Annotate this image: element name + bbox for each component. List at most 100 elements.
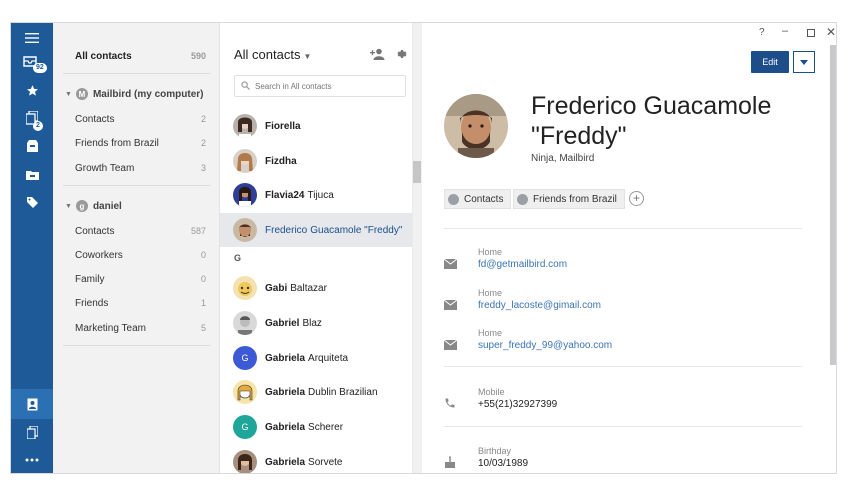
group-chip-icon <box>517 193 528 205</box>
contact-first-name: Gabriela <box>265 352 306 364</box>
list-scrollbar-thumb[interactable] <box>413 161 421 183</box>
email-type: Home <box>478 328 503 338</box>
mail-icon <box>443 337 458 355</box>
contact-last-name: Scherer <box>308 421 344 433</box>
contact-first-name: Fizdha <box>265 155 297 167</box>
phone-value[interactable]: +55(21)32927399 <box>478 399 557 410</box>
account-header-mailbird[interactable]: ▼ M Mailbird (my computer) <box>65 83 204 105</box>
email-type: Home <box>478 247 503 257</box>
contact-last-name: Guacamole "Freddy" <box>310 224 403 236</box>
group-item[interactable]: Contacts 2 <box>53 107 220 131</box>
contact-list-panel: All contacts▼ Fiorella Fizdha Flavia24Ti… <box>220 23 422 473</box>
contact-first-name: Gabriela <box>265 386 306 398</box>
phone-type: Mobile <box>478 387 505 397</box>
maximize-icon[interactable] <box>807 29 815 37</box>
detail-scrollbar[interactable] <box>830 45 836 365</box>
folder-icon[interactable] <box>11 159 53 189</box>
avatar <box>233 114 257 138</box>
contact-row[interactable]: Gabi Baltazar <box>220 271 414 305</box>
minimize-icon[interactable]: – <box>782 25 788 37</box>
group-chip[interactable]: Contacts <box>444 189 512 209</box>
email-value[interactable]: fd@getmailbird.com <box>478 259 567 270</box>
chevron-down-icon[interactable]: ▼ <box>65 203 72 210</box>
contact-row[interactable]: Flavia24 Tijuca <box>220 178 414 212</box>
group-item[interactable]: Growth Team 3 <box>53 156 220 180</box>
email-value[interactable]: freddy_lacoste@gimail.com <box>478 300 601 311</box>
account-name: Mailbird (my computer) <box>92 88 204 100</box>
group-count: 590 <box>190 51 206 61</box>
drafts-icon[interactable]: 2 <box>11 103 53 133</box>
group-item[interactable]: Marketing Team 5 <box>53 316 220 340</box>
divider <box>444 228 802 229</box>
cake-icon <box>444 455 456 473</box>
section-letter: G <box>234 253 242 263</box>
group-item[interactable]: Coworkers 0 <box>53 243 220 267</box>
group-label: Friends <box>75 297 109 309</box>
email-value[interactable]: super_freddy_99@yahoo.com <box>478 340 612 351</box>
group-label: Family <box>75 273 105 285</box>
group-count: 2 <box>200 138 206 148</box>
contact-row[interactable]: Fizdha <box>220 144 414 178</box>
divider <box>63 345 210 346</box>
contact-first-name: Gabriela <box>265 421 306 433</box>
contact-detail-panel: ? – ✕ Edit Frederico Guacamole "Freddy" … <box>422 23 836 473</box>
group-chip-label: Contacts <box>464 193 504 205</box>
contact-row[interactable]: Gabriel Blaz <box>220 306 414 340</box>
contact-last-name: Sorvete <box>308 456 343 468</box>
search-box[interactable] <box>234 75 406 97</box>
account-name: daniel <box>92 200 122 212</box>
divider <box>444 426 802 427</box>
groups-panel: All contacts 590 ▼ M Mailbird (my comput… <box>53 23 220 473</box>
avatar: G <box>233 415 257 439</box>
edit-button[interactable]: Edit <box>751 51 789 73</box>
apps-icon[interactable] <box>11 417 53 447</box>
add-contact-icon[interactable] <box>370 47 385 65</box>
help-button[interactable]: ? <box>759 27 765 38</box>
search-input[interactable] <box>255 81 395 91</box>
list-scrollbar[interactable] <box>412 23 422 473</box>
group-item[interactable]: Contacts 587 <box>53 219 220 243</box>
group-count: 2 <box>200 114 206 124</box>
group-item[interactable]: Family 0 <box>53 267 220 291</box>
more-options-icon[interactable] <box>11 445 53 473</box>
contact-row-selected[interactable]: Frederico Guacamole "Freddy" <box>220 213 414 247</box>
group-item[interactable]: Friends from Brazil 2 <box>53 131 220 155</box>
close-icon[interactable]: ✕ <box>826 25 836 39</box>
group-item[interactable]: Friends 1 <box>53 291 220 315</box>
account-icon: M <box>75 88 88 100</box>
mail-icon <box>443 256 458 274</box>
group-chip[interactable]: Friends from Brazil <box>513 189 625 209</box>
mailbird-window: 92 2 All contacts 590 ▼ M Mailbird (my c… <box>10 22 837 474</box>
avatar <box>233 450 257 473</box>
email-type: Home <box>478 288 503 298</box>
contact-first-name: Gabriela <box>265 456 306 468</box>
account-header-daniel[interactable]: ▼ g daniel <box>65 195 122 217</box>
add-group-button[interactable]: + <box>629 191 644 206</box>
mail-icon <box>443 297 458 315</box>
list-title[interactable]: All contacts ▼ <box>234 47 311 62</box>
group-count: 0 <box>200 250 206 260</box>
list-title-label: All contacts <box>234 47 301 62</box>
avatar <box>233 311 257 335</box>
birthday-value: 10/03/1989 <box>478 458 529 469</box>
edit-dropdown-button[interactable] <box>793 51 815 73</box>
group-chip-icon <box>448 193 459 205</box>
group-label: Growth Team <box>75 162 135 174</box>
gear-icon[interactable] <box>396 47 408 65</box>
tag-icon[interactable] <box>11 187 53 217</box>
contact-row[interactable]: G Gabriela Scherer <box>220 410 414 444</box>
contact-row[interactable]: G Gabriela Arquiteta <box>220 341 414 375</box>
chevron-down-icon[interactable]: ▼ <box>65 91 72 98</box>
divider <box>63 73 210 74</box>
archive-icon[interactable] <box>11 131 53 161</box>
group-label: Contacts <box>75 113 115 125</box>
contact-row[interactable]: Fiorella <box>220 109 414 143</box>
contact-row[interactable]: Gabriela Sorvete <box>220 445 414 473</box>
contacts-nav-icon[interactable] <box>11 389 53 419</box>
drafts-badge: 2 <box>33 121 43 131</box>
inbox-icon[interactable]: 92 <box>11 47 53 77</box>
group-chip-label: Friends from Brazil <box>533 193 617 205</box>
star-icon[interactable] <box>11 75 53 105</box>
group-all-contacts[interactable]: All contacts 590 <box>53 44 220 68</box>
contact-row[interactable]: Gabriela Dublin Brazilian <box>220 375 414 409</box>
